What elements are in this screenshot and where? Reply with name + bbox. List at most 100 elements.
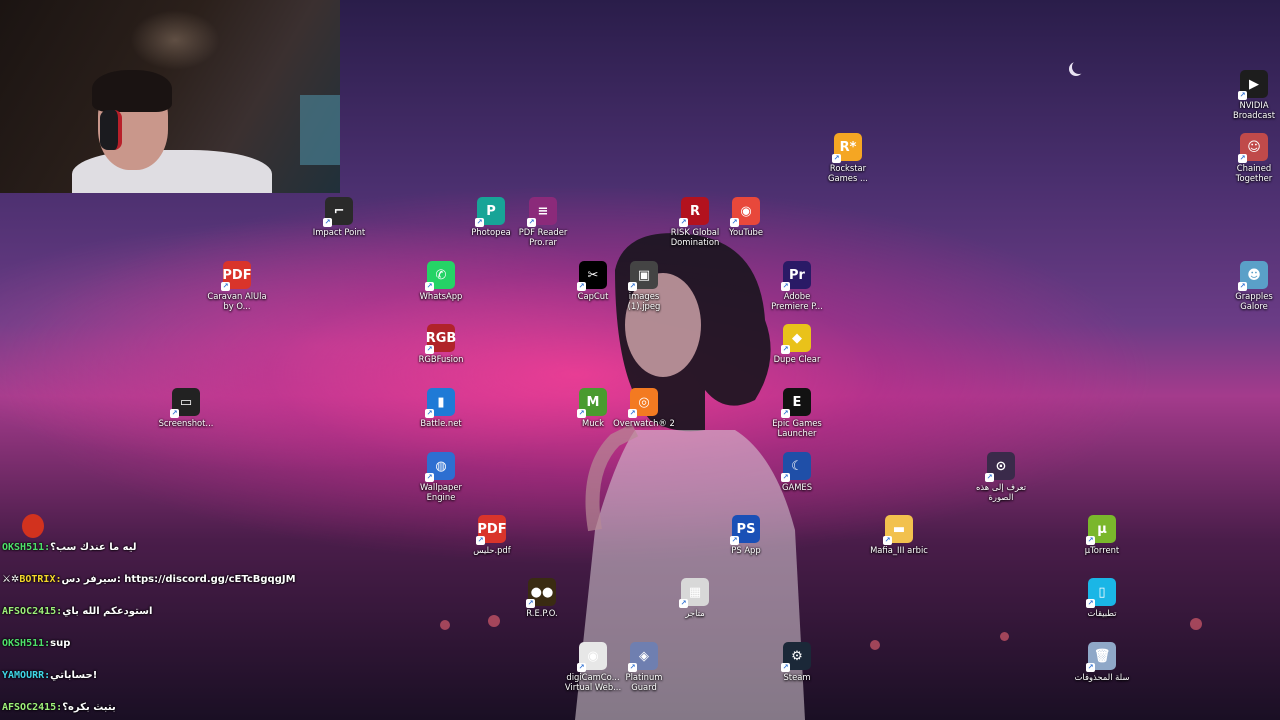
icon-label: Caravan AlUla by O... bbox=[207, 291, 267, 311]
icon-label: Grapples Galore bbox=[1235, 291, 1273, 311]
desktop-icon-repo[interactable]: ●● ↗ R.E.P.O. bbox=[510, 578, 574, 618]
desktop-icon-dupe-clear[interactable]: ◆ ↗ Dupe Clear bbox=[765, 324, 829, 364]
desktop-icon-overwatch[interactable]: ◎ ↗ Overwatch® 2 bbox=[612, 388, 676, 428]
platinum-guard-icon: ◈ ↗ bbox=[628, 642, 658, 672]
icon-label: Mafia_III arbic bbox=[870, 545, 928, 555]
chat-text: ليه ما عندك سب؟ bbox=[50, 542, 137, 553]
rgbfusion-icon: RGB ↗ bbox=[425, 324, 456, 354]
chat-text: استودعكم الله باي bbox=[62, 606, 153, 617]
desktop-icon-wallpaper-engine[interactable]: ◍ ↗ Wallpaper Engine bbox=[409, 452, 473, 502]
bokeh-light bbox=[1190, 618, 1202, 630]
overwatch-icon: ◎ ↗ bbox=[628, 388, 658, 418]
desktop-icon-apps[interactable]: ▯ ↗ تطبيقات bbox=[1070, 578, 1134, 618]
desktop-icon-impact-point[interactable]: ⌐ ↗ Impact Point bbox=[307, 197, 371, 237]
desktop-icon-nvidia-broadcast[interactable]: ▶ ↗ NVIDIA Broadcast bbox=[1222, 70, 1280, 120]
desktop-icon-rockstar[interactable]: R* ↗ Rockstar Games ... bbox=[816, 133, 880, 183]
icon-label: تطبيقات bbox=[1087, 608, 1117, 618]
icon-label: Dupe Clear bbox=[773, 354, 821, 364]
desktop-icon-platinum-guard[interactable]: ◈ ↗ Platinum Guard bbox=[612, 642, 676, 692]
recycle-bin-icon: 🗑 ↗ bbox=[1086, 642, 1116, 672]
icon-label: Platinum Guard bbox=[625, 672, 663, 692]
desktop-icon-games-folder[interactable]: ☾ ↗ GAMES bbox=[765, 452, 829, 492]
desktop-icon-utorrent[interactable]: µ ↗ µTorrent bbox=[1070, 515, 1134, 555]
webcam-monitor bbox=[300, 95, 340, 165]
chained-together-icon: ☺ ↗ bbox=[1238, 133, 1268, 163]
icon-label: Adobe Premiere P... bbox=[771, 291, 823, 311]
shortcut-arrow-icon: ↗ bbox=[832, 154, 841, 163]
shortcut-arrow-icon: ↗ bbox=[628, 663, 637, 672]
folder-icon: ▬ ↗ bbox=[883, 515, 913, 545]
image-file-icon: ▣ ↗ bbox=[628, 261, 658, 291]
icon-label: Chained Together bbox=[1235, 163, 1273, 183]
shortcut-arrow-icon: ↗ bbox=[527, 218, 536, 227]
shortcut-arrow-icon: ↗ bbox=[781, 663, 790, 672]
shortcut-arrow-icon: ↗ bbox=[577, 409, 586, 418]
desktop-icon-images-jpeg[interactable]: ▣ ↗ images (1).jpeg bbox=[612, 261, 676, 311]
chat-username: OKSH511: bbox=[2, 638, 51, 649]
pdf-icon: PDF ↗ bbox=[476, 515, 507, 545]
desktop-icon-chained-together[interactable]: ☺ ↗ Chained Together bbox=[1222, 133, 1280, 183]
chat-username: AFSOC2415: bbox=[2, 606, 63, 617]
pdf-icon: PDF ↗ bbox=[221, 261, 252, 291]
shortcut-arrow-icon: ↗ bbox=[781, 282, 790, 291]
shortcut-arrow-icon: ↗ bbox=[985, 473, 994, 482]
shortcut-arrow-icon: ↗ bbox=[577, 663, 586, 672]
desktop-icon-learn-about-picture[interactable]: ⊙ ↗ تعرف إلى هذه الصورة bbox=[969, 452, 1033, 502]
icon-label: متاجر bbox=[685, 608, 705, 618]
webcam-light bbox=[130, 10, 220, 70]
streamer-hair bbox=[92, 70, 172, 112]
risk-icon: R ↗ bbox=[679, 197, 709, 227]
chat-username: YAMOURR: bbox=[2, 670, 51, 681]
nvidia-broadcast-icon: ▶ ↗ bbox=[1238, 70, 1268, 100]
desktop-icon-mafia-folder[interactable]: ▬ ↗ Mafia_III arbic bbox=[867, 515, 931, 555]
shortcut-arrow-icon: ↗ bbox=[170, 409, 179, 418]
shortcut-arrow-icon: ↗ bbox=[476, 536, 485, 545]
gun-icon: ⌐ ↗ bbox=[323, 197, 353, 227]
icon-label: حليس.pdf bbox=[473, 545, 511, 555]
desktop-icon-stores[interactable]: ▦ ↗ متاجر bbox=[663, 578, 727, 618]
chat-message: AFSOC2415:استودعكم الله باي bbox=[2, 606, 152, 617]
chat-text: sup bbox=[50, 638, 71, 649]
apps-phone-icon: ▯ ↗ bbox=[1086, 578, 1116, 608]
screenshot-file-icon: ▭ ↗ bbox=[170, 388, 200, 418]
desktop-icon-rgbfusion[interactable]: RGB ↗ RGBFusion bbox=[409, 324, 473, 364]
chrome-icon: ◉ ↗ bbox=[730, 197, 760, 227]
steam-icon: ⚙ ↗ bbox=[781, 642, 811, 672]
shortcut-arrow-icon: ↗ bbox=[425, 282, 434, 291]
shortcut-arrow-icon: ↗ bbox=[1238, 154, 1247, 163]
desktop-icon-screenshot[interactable]: ▭ ↗ Screenshot... bbox=[154, 388, 218, 428]
desktop-icon-pdf-reader-rar[interactable]: ≡ ↗ PDF Reader Pro.rar bbox=[511, 197, 575, 247]
desktop-icon-caravan-pdf[interactable]: PDF ↗ Caravan AlUla by O... bbox=[205, 261, 269, 311]
desktop-icon-recycle-bin[interactable]: 🗑 ↗ سلة المحذوفات bbox=[1070, 642, 1134, 682]
icon-label: Battle.net bbox=[420, 418, 462, 428]
chat-message: OKSH511:sup bbox=[2, 638, 70, 649]
headset-icon bbox=[100, 110, 122, 150]
desktop-icon-steam[interactable]: ⚙ ↗ Steam bbox=[765, 642, 829, 682]
shortcut-arrow-icon: ↗ bbox=[679, 218, 688, 227]
shortcut-arrow-icon: ↗ bbox=[1238, 282, 1247, 291]
desktop-icon-youtube[interactable]: ◉ ↗ YouTube bbox=[714, 197, 778, 237]
brave-lion-icon bbox=[22, 514, 44, 538]
icon-label: images (1).jpeg bbox=[627, 291, 661, 311]
chat-message: AFSOC2415:بتبث بكره؟ bbox=[2, 702, 116, 713]
chat-username: AFSOC2415: bbox=[2, 702, 63, 713]
desktop-icon-battlenet[interactable]: ▮ ↗ Battle.net bbox=[409, 388, 473, 428]
capcut-icon: ✂ ↗ bbox=[577, 261, 607, 291]
desktop-icon-epic-games[interactable]: E ↗ Epic Games Launcher bbox=[765, 388, 829, 438]
icon-label: Epic Games Launcher bbox=[772, 418, 822, 438]
icon-label: PDF Reader Pro.rar bbox=[518, 227, 568, 247]
wallpaper-engine-icon: ◍ ↗ bbox=[425, 452, 455, 482]
desktop-icon-ps-app[interactable]: PS ↗ PS App bbox=[714, 515, 778, 555]
shortcut-arrow-icon: ↗ bbox=[781, 345, 790, 354]
bokeh-light bbox=[440, 620, 450, 630]
shortcut-arrow-icon: ↗ bbox=[577, 282, 586, 291]
desktop-icon-whatsapp[interactable]: ✆ ↗ WhatsApp bbox=[409, 261, 473, 301]
icon-label: µTorrent bbox=[1084, 545, 1120, 555]
shortcut-arrow-icon: ↗ bbox=[526, 599, 535, 608]
chat-message: OKSH511:ليه ما عندك سب؟ bbox=[2, 542, 137, 553]
desktop-icon-grapples-galore[interactable]: ☻ ↗ Grapples Galore bbox=[1222, 261, 1280, 311]
shortcut-arrow-icon: ↗ bbox=[425, 473, 434, 482]
desktop-icon-premiere[interactable]: Pr ↗ Adobe Premiere P... bbox=[765, 261, 829, 311]
shortcut-arrow-icon: ↗ bbox=[883, 536, 892, 545]
desktop-icon-chalice-pdf[interactable]: PDF ↗ حليس.pdf bbox=[460, 515, 524, 555]
